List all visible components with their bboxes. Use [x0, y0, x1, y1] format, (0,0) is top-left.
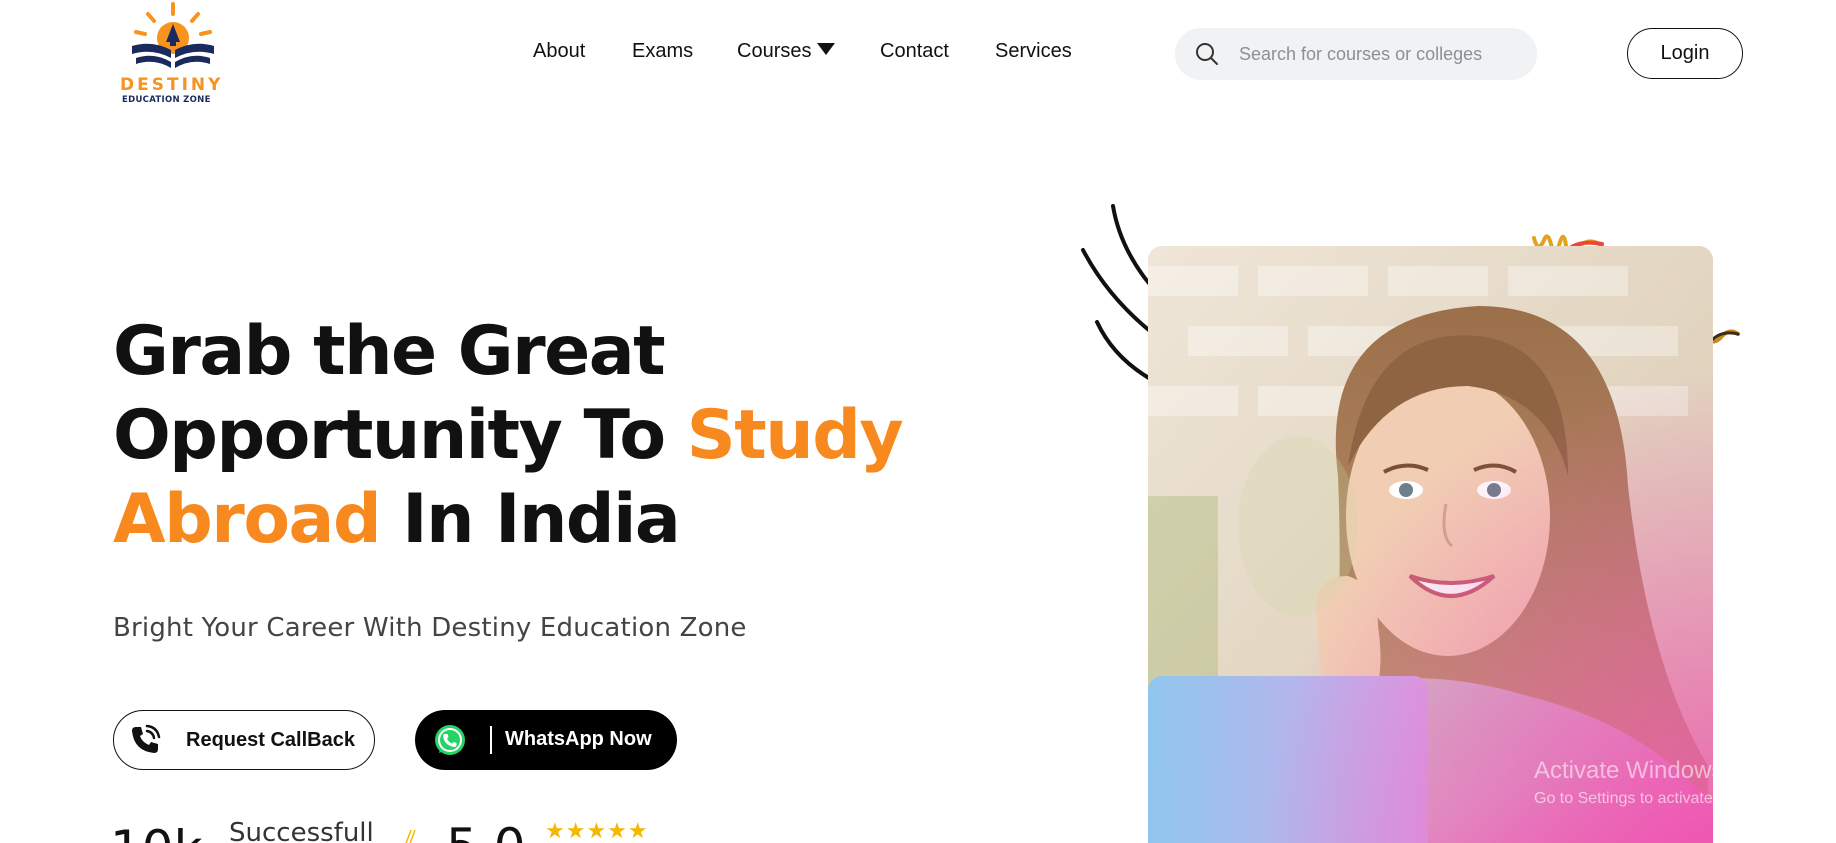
brand-tagline: EDUCATION ZONE	[122, 95, 211, 105]
headline-accent-study: Study	[686, 396, 904, 475]
site-header: DESTINY EDUCATION ZONE About Exams Cours…	[0, 0, 1836, 110]
brand-name: DESTINY	[120, 75, 224, 95]
student-illustration	[1148, 246, 1713, 843]
logo-emblem	[132, 2, 214, 68]
phone-call-icon	[132, 724, 161, 753]
rating-stars-icon: ★★★★★	[545, 818, 649, 843]
rating-value: 5.0	[446, 818, 526, 843]
hero-subtitle: Bright Your Career With Destiny Educatio…	[113, 613, 747, 643]
login-button[interactable]: Login	[1627, 28, 1743, 79]
nav-item-exams[interactable]: Exams	[632, 40, 693, 63]
search-icon[interactable]	[1195, 42, 1219, 66]
nav-item-courses-label: Courses	[737, 40, 812, 62]
windows-activation-subtitle: Go to Settings to activate Windows.	[1534, 790, 1787, 807]
nav-item-services[interactable]: Services	[995, 40, 1072, 63]
caret-down-icon	[817, 43, 836, 55]
nav-item-courses[interactable]: Courses	[737, 40, 836, 63]
button-divider	[490, 726, 492, 754]
search-bar[interactable]	[1175, 28, 1537, 80]
headline-line-2: Opportunity To	[113, 396, 687, 475]
headline-line-1: Grab the Great	[113, 312, 666, 391]
hero-student-photo	[1148, 246, 1713, 843]
search-input[interactable]	[1239, 38, 1519, 70]
hero-headline: Grab the Great Opportunity To Study Abro…	[113, 310, 1013, 562]
request-callback-button[interactable]: Request CallBack	[113, 710, 375, 770]
students-count-label: Successfull	[229, 818, 374, 843]
nav-item-contact[interactable]: Contact	[880, 40, 949, 63]
nav-item-about[interactable]: About	[533, 40, 585, 63]
students-count: 10k	[110, 820, 203, 843]
whatsapp-icon	[435, 725, 465, 755]
decorative-slash-icon	[405, 829, 416, 843]
request-callback-label: Request CallBack	[186, 729, 355, 751]
headline-accent-abroad: Abroad	[113, 480, 382, 559]
windows-activation-title: Activate Windows	[1534, 757, 1724, 784]
whatsapp-now-button[interactable]: WhatsApp Now	[415, 710, 677, 770]
headline-line-3: In India	[380, 480, 680, 559]
whatsapp-now-label: WhatsApp Now	[505, 728, 652, 750]
brand-logo[interactable]: DESTINY EDUCATION ZONE	[118, 2, 228, 106]
